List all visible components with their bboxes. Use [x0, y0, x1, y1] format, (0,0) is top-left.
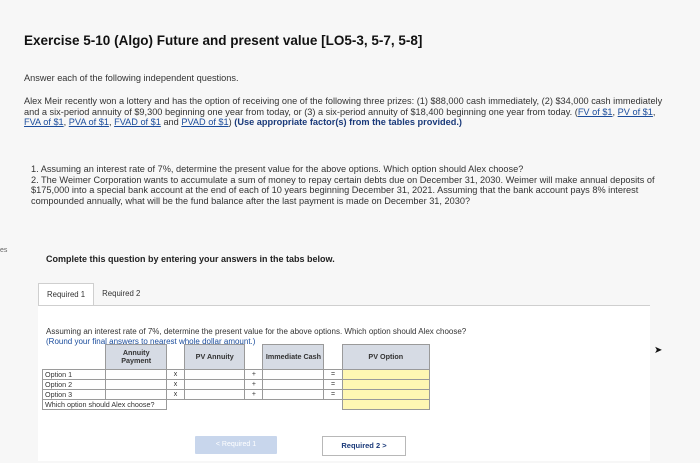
header-immediate-cash: Immediate Cash: [262, 344, 325, 370]
link-fv[interactable]: FV of $1: [578, 107, 613, 117]
tab-required-2[interactable]: Required 2: [94, 283, 148, 305]
pointer-icon: ➤: [654, 345, 663, 356]
option-2-cash-input[interactable]: [262, 379, 325, 390]
page: es Exercise 5-10 (Algo) Future and prese…: [0, 0, 700, 463]
link-fvad[interactable]: FVAD of $1: [114, 117, 161, 127]
table-row: Option 3 x + =: [41, 389, 431, 400]
multiply-sign: x: [165, 369, 186, 380]
table-row: Which option should Alex choose?: [42, 399, 431, 410]
tab-required-1[interactable]: Required 1: [38, 283, 95, 305]
option-1-pv-annuity-input[interactable]: [184, 369, 246, 380]
plus-sign: +: [244, 379, 264, 390]
side-label: es: [0, 247, 8, 254]
prev-required-button[interactable]: < Required 1: [195, 436, 277, 454]
row-label-option-2: Option 2: [41, 379, 107, 390]
option-1-annuity-input[interactable]: [105, 369, 167, 380]
option-1-pv-input[interactable]: [341, 369, 431, 380]
tab-bar: Required 1 Required 2: [38, 283, 148, 305]
equals-sign: =: [323, 389, 343, 400]
intro-text: Answer each of the following independent…: [24, 73, 239, 83]
option-2-pv-annuity-input[interactable]: [184, 379, 246, 390]
header-pv-annuity: PV Annuity: [184, 344, 246, 370]
problem-text: Alex Meir recently won a lottery and has…: [24, 96, 663, 128]
link-fva[interactable]: FVA of $1: [24, 117, 64, 127]
option-2-annuity-input[interactable]: [105, 379, 167, 390]
panel-question-text: Assuming an interest rate of 7%, determi…: [46, 327, 467, 336]
equals-sign: =: [323, 379, 343, 390]
header-pv-option: PV Option: [341, 344, 431, 370]
link-pv[interactable]: PV of $1: [618, 107, 653, 117]
equals-sign: =: [323, 369, 343, 380]
option-3-annuity-input[interactable]: [105, 389, 167, 400]
row-label-choice: Which option should Alex choose?: [42, 399, 167, 410]
plus-sign: +: [244, 389, 264, 400]
option-3-pv-input[interactable]: [341, 389, 431, 400]
row-label-option-1: Option 1: [41, 369, 107, 380]
question-1: 1. Assuming an interest rate of 7%, dete…: [31, 164, 524, 174]
option-2-pv-input[interactable]: [341, 379, 431, 390]
empty-cell: [43, 345, 106, 370]
problem-body: Alex Meir recently won a lottery and has…: [24, 96, 663, 117]
empty-cell: [324, 345, 342, 370]
link-pvad[interactable]: PVAD of $1: [181, 117, 228, 127]
pv-table: Annuity Payment PV Annuity Immediate Cas…: [41, 344, 431, 410]
complete-instruction: Complete this question by entering your …: [46, 254, 335, 264]
page-title: Exercise 5-10 (Algo) Future and present …: [24, 33, 423, 48]
question-2: 2. The Weimer Corporation wants to accum…: [31, 174, 655, 206]
question-list: 1. Assuming an interest rate of 7%, dete…: [31, 164, 671, 206]
table-header-row: Annuity Payment PV Annuity Immediate Cas…: [43, 344, 431, 370]
option-1-cash-input[interactable]: [262, 369, 325, 380]
empty-cell: [245, 345, 263, 370]
multiply-sign: x: [165, 379, 186, 390]
link-pva[interactable]: PVA of $1: [69, 117, 109, 127]
table-row: Option 1 x + =: [41, 369, 431, 380]
plus-sign: +: [244, 369, 264, 380]
option-3-cash-input[interactable]: [262, 389, 325, 400]
table-row: Option 2 x + =: [41, 379, 431, 390]
choice-select[interactable]: [341, 399, 431, 410]
header-annuity-payment: Annuity Payment: [105, 344, 167, 370]
next-required-button[interactable]: Required 2 >: [322, 436, 406, 456]
multiply-sign: x: [165, 389, 186, 400]
option-3-pv-annuity-input[interactable]: [184, 389, 246, 400]
empty-cell: [166, 345, 184, 370]
empty-cell: [166, 400, 342, 410]
row-label-option-3: Option 3: [41, 389, 107, 400]
factor-note: (Use appropriate factor(s) from the tabl…: [234, 117, 462, 128]
